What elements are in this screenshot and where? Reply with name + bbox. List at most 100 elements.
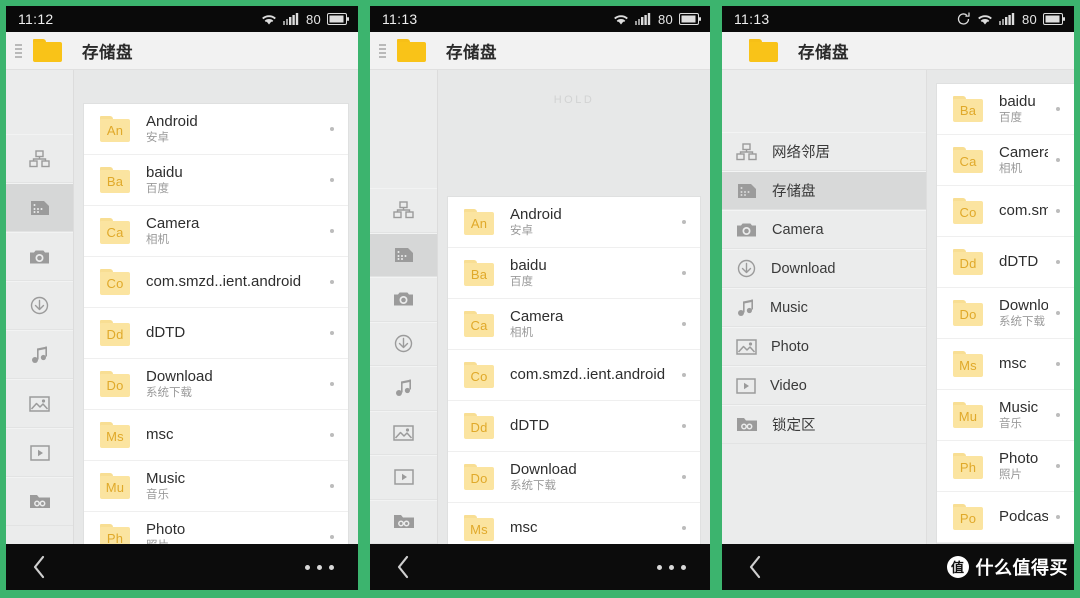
sidebar-item-video[interactable]: [6, 428, 73, 477]
file-row[interactable]: Ba baidu 百度: [937, 84, 1074, 135]
sidebar-item-camera[interactable]: [6, 232, 73, 281]
sidebar-item-music[interactable]: [370, 366, 437, 411]
sidebar-item-network[interactable]: [370, 188, 437, 233]
file-row[interactable]: Mu Music 音乐: [937, 390, 1074, 441]
file-row-menu-dot[interactable]: [330, 331, 334, 335]
file-row-menu-dot[interactable]: [330, 229, 334, 233]
file-row-menu-dot[interactable]: [682, 475, 686, 479]
sidebar-item-video[interactable]: Video: [722, 366, 926, 405]
file-row-menu-dot[interactable]: [1056, 464, 1060, 468]
more-menu-button[interactable]: [305, 564, 334, 570]
sidebar-item-download[interactable]: [370, 321, 437, 366]
download-icon: [30, 296, 49, 315]
sidebar-item-storage[interactable]: [6, 183, 73, 232]
file-row[interactable]: Mu Music 音乐: [84, 461, 348, 512]
file-row[interactable]: Do Download 系统下载: [937, 288, 1074, 339]
file-row[interactable]: Ms msc: [448, 503, 700, 544]
file-name: Podcasts: [999, 508, 1048, 526]
file-row-menu-dot[interactable]: [330, 535, 334, 539]
file-row[interactable]: Dd dDTD: [84, 308, 348, 359]
file-row[interactable]: Ba baidu 百度: [84, 155, 348, 206]
file-row[interactable]: Do Download 系统下载: [84, 359, 348, 410]
file-row[interactable]: Co com.smzd..ient.android: [84, 257, 348, 308]
file-row-menu-dot[interactable]: [1056, 311, 1060, 315]
folder-icon: [749, 39, 778, 62]
drag-handle-icon[interactable]: [379, 40, 389, 62]
sidebar-item-locked[interactable]: [370, 499, 437, 544]
storage-icon: [30, 200, 49, 215]
file-row-menu-dot[interactable]: [1056, 107, 1060, 111]
signal-icon: [998, 12, 1015, 25]
folder-icon: Mu: [100, 473, 130, 499]
file-row[interactable]: Dd dDTD: [448, 401, 700, 452]
file-row-menu-dot[interactable]: [330, 382, 334, 386]
back-button[interactable]: [396, 555, 411, 579]
file-row[interactable]: Dd dDTD: [937, 237, 1074, 288]
title-bar: 存储盘: [6, 32, 358, 70]
file-row[interactable]: Ms msc: [84, 410, 348, 461]
file-row[interactable]: Ba baidu 百度: [448, 248, 700, 299]
sidebar-item-camera[interactable]: Camera: [722, 210, 926, 249]
file-row[interactable]: Ca Camera 相机: [84, 206, 348, 257]
sidebar-item-music[interactable]: Music: [722, 288, 926, 327]
file-row[interactable]: Co com.smzd..ient.android: [448, 350, 700, 401]
file-row-menu-dot[interactable]: [1056, 158, 1060, 162]
file-name: com.smzd..ient.android: [146, 273, 302, 291]
sidebar-item-photo[interactable]: [370, 410, 437, 455]
sidebar-item-photo[interactable]: Photo: [722, 327, 926, 366]
sidebar-item-music[interactable]: [6, 330, 73, 379]
sidebar-item-label: Download: [771, 260, 836, 277]
file-row[interactable]: Do Download 系统下载: [448, 452, 700, 503]
file-row-menu-dot[interactable]: [1056, 362, 1060, 366]
folder-icon: Ba: [100, 167, 130, 193]
sidebar-item-camera[interactable]: [370, 277, 437, 322]
more-menu-button[interactable]: [657, 564, 686, 570]
file-row-menu-dot[interactable]: [330, 127, 334, 131]
file-list-area[interactable]: HOLD An Android 安卓 Ba baidu 百度 Ca Camera 相机 Co com…: [438, 70, 710, 544]
file-row[interactable]: Ca Camera 相机: [448, 299, 700, 350]
file-name: baidu: [146, 163, 183, 181]
back-button[interactable]: [32, 555, 47, 579]
file-row[interactable]: PhPhoto照片: [84, 512, 348, 544]
sidebar-item-locked[interactable]: [6, 477, 73, 526]
sidebar-item-storage[interactable]: [370, 232, 437, 277]
file-row-text: baidu 百度: [999, 93, 1048, 125]
file-row-menu-dot[interactable]: [330, 433, 334, 437]
file-row-menu-dot[interactable]: [682, 424, 686, 428]
file-list-area[interactable]: Babaidu百度CaCamera相机Cocom.smzd..DddDTDDoD…: [927, 70, 1074, 544]
file-row-menu-dot[interactable]: [1056, 413, 1060, 417]
file-row-menu-dot[interactable]: [1056, 515, 1060, 519]
file-row-menu-dot[interactable]: [330, 178, 334, 182]
file-row[interactable]: Ms msc: [937, 339, 1074, 390]
file-row-menu-dot[interactable]: [330, 280, 334, 284]
file-row[interactable]: Ca Camera 相机: [937, 135, 1074, 186]
file-row-menu-dot[interactable]: [682, 373, 686, 377]
file-row-menu-dot[interactable]: [682, 526, 686, 530]
file-row-menu-dot[interactable]: [1056, 260, 1060, 264]
file-row-menu-dot[interactable]: [682, 322, 686, 326]
file-row-menu-dot[interactable]: [682, 220, 686, 224]
sidebar-item-download[interactable]: [6, 281, 73, 330]
sidebar-item-network[interactable]: [6, 134, 73, 183]
music-icon: [395, 379, 411, 397]
file-row[interactable]: An Android 安卓: [84, 104, 348, 155]
sidebar-item-label: Photo: [771, 338, 809, 355]
file-row[interactable]: Po Podcasts: [937, 492, 1074, 543]
file-row[interactable]: An Android 安卓: [448, 197, 700, 248]
file-subtitle: 百度: [999, 112, 1022, 125]
sidebar-item-video[interactable]: [370, 455, 437, 500]
sidebar-item-network[interactable]: 网络邻居: [722, 132, 926, 171]
file-list-area[interactable]: An Android 安卓 Ba baidu 百度 Ca Camera 相机 Co com.smzd…: [74, 70, 358, 544]
sidebar-item-download[interactable]: Download: [722, 249, 926, 288]
drag-handle-icon[interactable]: [15, 40, 25, 62]
sidebar-item-photo[interactable]: [6, 379, 73, 428]
file-row-menu-dot[interactable]: [1056, 209, 1060, 213]
sidebar-item-storage[interactable]: 存储盘: [722, 171, 926, 210]
phone-panel-3: 11:13 80 存储盘 网络邻居 存储盘 Camera Download Mu…: [716, 0, 1080, 598]
file-row-menu-dot[interactable]: [330, 484, 334, 488]
back-button[interactable]: [748, 555, 763, 579]
file-row[interactable]: Co com.smzd..: [937, 186, 1074, 237]
file-row-menu-dot[interactable]: [682, 271, 686, 275]
file-row[interactable]: PhPhoto照片: [937, 441, 1074, 492]
sidebar-item-locked[interactable]: 锁定区: [722, 405, 926, 444]
